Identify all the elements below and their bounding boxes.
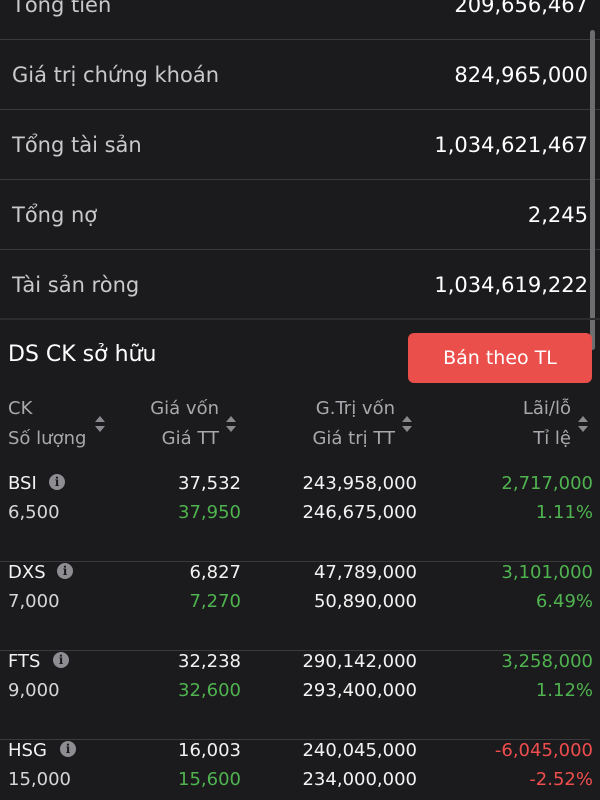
cost-value: 243,958,000 [302, 473, 417, 494]
market-value: 50,890,000 [313, 591, 417, 612]
cost-price: 32,238 [178, 651, 241, 672]
cost-value: 240,045,000 [302, 740, 417, 761]
pnl-value: 3,101,000 [501, 562, 593, 583]
pnl-percent: -2.52% [529, 769, 593, 790]
summary-row-net-assets: Tài sản ròng 1,034,619,222 [0, 250, 600, 320]
header-quantity: Số lượng [8, 428, 87, 449]
market-value: 293,400,000 [302, 680, 417, 701]
summary-row-total-debt: Tổng nợ 2,245 [0, 180, 600, 250]
stock-symbol: DXS [8, 562, 46, 583]
cost-value: 290,142,000 [302, 651, 417, 672]
sort-arrows-icon[interactable] [226, 416, 236, 434]
header-market-value: Giá trị TT [312, 428, 395, 449]
pnl-value: -6,045,000 [494, 740, 593, 761]
market-price: 32,600 [178, 680, 241, 701]
cost-price: 6,827 [189, 562, 241, 583]
quantity: 6,500 [8, 502, 60, 523]
cost-price: 37,532 [178, 473, 241, 494]
summary-value: 824,965,000 [454, 62, 588, 87]
section-divider [0, 318, 600, 320]
market-value: 234,000,000 [302, 769, 417, 790]
stock-symbol: HSG [8, 740, 47, 761]
stock-symbol: BSI [8, 473, 37, 494]
table-row[interactable]: DXS i 7,000 6,827 7,270 47,789,000 50,89… [0, 562, 593, 651]
summary-value: 1,034,621,467 [434, 132, 588, 157]
market-value: 246,675,000 [302, 502, 417, 523]
summary-label: Tài sản ròng [12, 273, 140, 297]
quantity: 9,000 [8, 680, 60, 701]
cost-price: 16,003 [178, 740, 241, 761]
cost-value: 47,789,000 [313, 562, 417, 583]
header-market-price: Giá TT [161, 428, 219, 449]
market-price: 7,270 [189, 591, 241, 612]
market-price: 15,600 [178, 769, 241, 790]
info-icon[interactable]: i [60, 741, 76, 757]
summary-value: 209,656,467 [454, 0, 588, 17]
info-icon[interactable]: i [57, 563, 73, 579]
summary-value: 2,245 [527, 202, 588, 227]
summary-row-total-cash: Tổng tiền 209,656,467 [0, 0, 600, 40]
header-cost-value: G.Trị vốn [315, 398, 395, 419]
holdings-title: DS CK sở hữu [8, 342, 157, 367]
stock-symbol: FTS [8, 651, 41, 672]
summary-label: Tổng nợ [12, 202, 98, 227]
sort-arrows-icon[interactable] [402, 416, 412, 434]
table-row[interactable]: FTS i 9,000 32,238 32,600 290,142,000 29… [0, 651, 593, 740]
pnl-value: 3,258,000 [501, 651, 593, 672]
summary-label: Tổng tài sản [12, 132, 142, 157]
info-icon[interactable]: i [49, 474, 65, 490]
market-price: 37,950 [178, 502, 241, 523]
header-symbol: CK [8, 398, 33, 419]
table-row[interactable]: HSG i 15,000 16,003 15,600 240,045,000 2… [0, 740, 593, 800]
header-pnl-pct: Tỉ lệ [533, 428, 571, 449]
quantity: 7,000 [8, 591, 60, 612]
pnl-percent: 1.12% [535, 680, 593, 701]
sort-arrows-icon[interactable] [95, 416, 105, 434]
summary-row-total-assets: Tổng tài sản 1,034,621,467 [0, 110, 600, 180]
summary-value: 1,034,619,222 [434, 273, 588, 297]
sell-by-ratio-button[interactable]: Bán theo TL [408, 333, 592, 383]
scrollbar[interactable] [590, 30, 595, 350]
summary-label: Tổng tiền [12, 0, 112, 17]
info-icon[interactable]: i [53, 652, 69, 668]
table-row[interactable]: BSI i 6,500 37,532 37,950 243,958,000 24… [0, 473, 593, 562]
pnl-percent: 6.49% [535, 591, 593, 612]
summary-row-securities-value: Giá trị chứng khoán 824,965,000 [0, 40, 600, 110]
quantity: 15,000 [8, 769, 71, 790]
pnl-percent: 1.11% [535, 502, 593, 523]
header-pnl: Lãi/lỗ [522, 398, 571, 419]
sort-arrows-icon[interactable] [578, 416, 588, 434]
header-cost-price: Giá vốn [150, 398, 219, 419]
pnl-value: 2,717,000 [501, 473, 593, 494]
summary-label: Giá trị chứng khoán [12, 62, 220, 87]
